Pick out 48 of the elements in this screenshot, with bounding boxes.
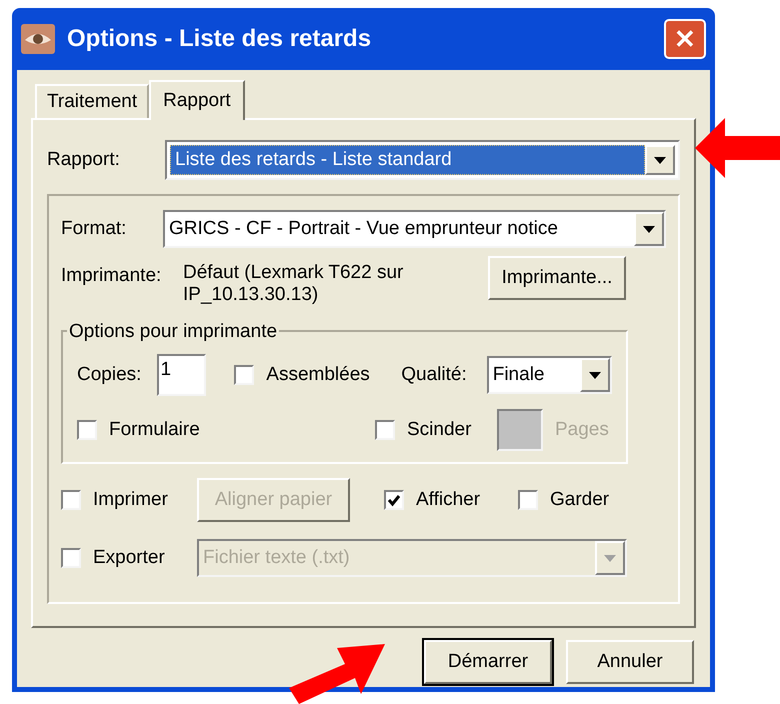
dropdown-value: Fichier texte (.txt) [202,546,351,570]
checkbox[interactable] [61,490,81,510]
field-label: Copies: [77,362,142,387]
dropdown-button[interactable] [645,145,675,175]
check-icon [387,493,401,507]
arrow-icon [695,118,780,178]
tab[interactable]: Rapport [149,80,245,120]
dialog-button[interactable]: Démarrer [424,640,552,684]
checkbox[interactable] [234,365,254,385]
caret-icon [604,554,616,562]
checkbox[interactable] [384,490,404,510]
field-label: Format: [61,216,128,241]
checkbox-label: Scinder [407,418,472,442]
pages-field[interactable] [497,409,543,451]
printer-button[interactable]: Imprimante... [488,256,626,300]
checkbox[interactable] [77,420,97,440]
dropdown-value: Finale [492,362,546,387]
eye-icon [21,24,55,54]
field-label: Imprimante: [61,264,162,288]
format-dropdown[interactable]: GRICS - CF - Portrait - Vue emprunteur notice [163,210,666,248]
checkbox[interactable] [518,490,538,510]
caret-icon [589,372,601,378]
close-button[interactable]: ✕ [664,19,706,59]
window-title: Options - Liste des retards [67,24,372,54]
caret-icon [654,156,666,164]
dropdown-value: Liste des retards - Liste standard [170,145,645,175]
printer-name: IP_10.13.30.13) [183,284,320,306]
caret-icon [643,226,655,232]
field-label: Qualité: [401,362,468,387]
dropdown-button[interactable] [580,358,610,392]
checkbox[interactable] [375,420,395,440]
field-label: Rapport: [47,148,121,172]
checkbox-label: Exporter [93,546,165,570]
checkbox[interactable] [61,548,81,568]
tab[interactable]: Traitement [35,84,150,118]
copies-field[interactable]: 1 [156,354,206,396]
checkbox-label: Garder [550,488,610,512]
report-dropdown[interactable]: Liste des retards - Liste standard [165,140,680,180]
checkbox-label: Imprimer [93,488,168,512]
printer-name: Défaut (Lexmark T622 sur [183,262,404,284]
dropdown-value: GRICS - CF - Portrait - Vue emprunteur notice [168,216,559,241]
quality-dropdown[interactable]: Finale [486,356,612,394]
checkbox-label: Assemblées [266,362,370,387]
checkbox-label: Formulaire [109,418,200,442]
field-label: Pages [555,418,609,442]
checkbox-label: Afficher [416,488,480,512]
dialog-button[interactable]: Annuler [566,640,694,684]
dropdown-button[interactable] [634,212,664,246]
